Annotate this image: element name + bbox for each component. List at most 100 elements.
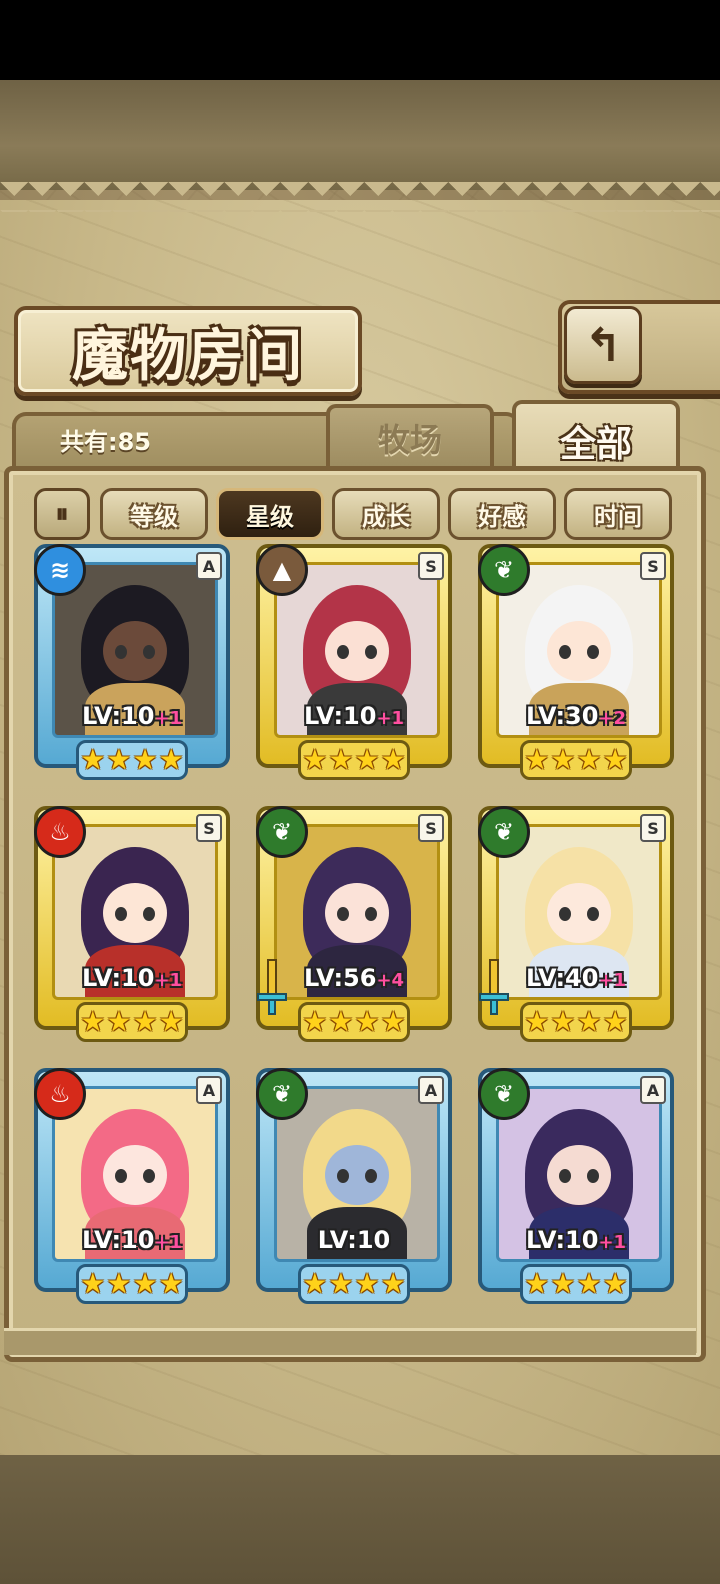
portrait-face (547, 883, 611, 943)
star-icon: ★ (602, 743, 628, 776)
monster-card[interactable]: S ❦ LV:30+2 ★ ★ ★ ★ (478, 544, 674, 784)
back-button[interactable]: ↰ (564, 306, 642, 384)
level-label: LV:10 (256, 1226, 452, 1254)
level-value: LV:10 (317, 1226, 391, 1254)
star-icon: ★ (106, 1267, 132, 1300)
star-icon: ★ (602, 1005, 628, 1038)
monster-card[interactable]: A ≋ LV:10+1 ★ ★ ★ ★ (34, 544, 230, 784)
return-arrow-icon: ↰ (583, 318, 623, 372)
star-rating: ★ ★ ★ ★ (520, 1002, 632, 1042)
monster-count: 共有:85 (60, 428, 151, 456)
star-icon: ★ (302, 743, 328, 776)
star-icon: ★ (328, 1267, 354, 1300)
star-rating: ★ ★ ★ ★ (520, 1264, 632, 1304)
portrait-eye (365, 907, 377, 921)
earth-element-icon: ▲ (256, 544, 308, 596)
level-value: LV:40 (525, 964, 599, 992)
monster-card[interactable]: S ❦ LV:40+1 ★ ★ ★ ★ (478, 806, 674, 1046)
rank-badge: S (418, 552, 444, 580)
monster-card[interactable]: S ❦ LV:56+4 ★ ★ ★ ★ (256, 806, 452, 1046)
star-icon: ★ (106, 743, 132, 776)
star-icon: ★ (132, 743, 158, 776)
rank-badge: S (640, 814, 666, 842)
portrait-eye (365, 1169, 377, 1183)
star-icon: ★ (80, 1267, 106, 1300)
sort-growth-button[interactable]: 成长 (332, 488, 440, 540)
star-icon: ★ (550, 1005, 576, 1038)
sort-time-button[interactable]: 时间 (564, 488, 672, 540)
level-bonus: +1 (598, 970, 627, 991)
star-icon: ★ (380, 743, 406, 776)
zigzag-border-top (0, 182, 720, 212)
level-value: LV:10 (81, 702, 155, 730)
level-bonus: +1 (154, 708, 183, 729)
level-label: LV:30+2 (478, 702, 674, 730)
portrait-face (325, 1145, 389, 1205)
bottom-border-band (0, 1455, 720, 1584)
page-title: 魔物房间 (72, 323, 304, 389)
nature-element-icon: ❦ (256, 806, 308, 858)
star-icon: ★ (550, 743, 576, 776)
panel-bottom-strip (4, 1328, 696, 1355)
star-icon: ★ (602, 1267, 628, 1300)
rank-badge: A (418, 1076, 444, 1104)
star-icon: ★ (576, 1267, 602, 1300)
portrait-eye (337, 907, 349, 921)
rank-badge: S (196, 814, 222, 842)
star-rating: ★ ★ ★ ★ (298, 1002, 410, 1042)
star-icon: ★ (132, 1005, 158, 1038)
star-icon: ★ (354, 1267, 380, 1300)
portrait-face (325, 621, 389, 681)
star-icon: ★ (328, 743, 354, 776)
sort-star-button[interactable]: 星级 (216, 488, 324, 540)
portrait-eye (143, 645, 155, 659)
star-rating: ★ ★ ★ ★ (76, 1264, 188, 1304)
level-bonus: +1 (154, 1232, 183, 1253)
star-icon: ★ (158, 1267, 184, 1300)
star-icon: ★ (80, 743, 106, 776)
sort-affection-button[interactable]: 好感 (448, 488, 556, 540)
nature-element-icon: ❦ (478, 806, 530, 858)
level-value: LV:10 (81, 1226, 155, 1254)
water-element-icon: ≋ (34, 544, 86, 596)
star-icon: ★ (380, 1267, 406, 1300)
rank-badge: A (196, 552, 222, 580)
status-bar (0, 0, 720, 80)
tab-ranch[interactable]: 牧场 (326, 404, 494, 468)
monster-card[interactable]: S ♨ LV:10+1 ★ ★ ★ ★ (34, 806, 230, 1046)
rank-badge: A (196, 1076, 222, 1104)
sort-order-icon: ⏸ (55, 498, 69, 529)
portrait-eye (115, 907, 127, 921)
rank-badge: S (640, 552, 666, 580)
portrait-face (103, 1145, 167, 1205)
monster-card[interactable]: S ▲ LV:10+1 ★ ★ ★ ★ (256, 544, 452, 784)
level-value: LV:30 (525, 702, 599, 730)
star-icon: ★ (576, 1005, 602, 1038)
sort-level-button[interactable]: 等级 (100, 488, 208, 540)
star-icon: ★ (302, 1267, 328, 1300)
portrait-face (325, 883, 389, 943)
portrait-eye (559, 645, 571, 659)
monster-card[interactable]: A ❦ LV:10 ★ ★ ★ ★ (256, 1068, 452, 1308)
portrait-face (547, 621, 611, 681)
sort-order-toggle[interactable]: ⏸ (34, 488, 90, 540)
portrait-face (103, 621, 167, 681)
fire-element-icon: ♨ (34, 806, 86, 858)
star-rating: ★ ★ ★ ★ (520, 740, 632, 780)
portrait-eye (337, 1169, 349, 1183)
nature-element-icon: ❦ (478, 1068, 530, 1120)
portrait-eye (365, 645, 377, 659)
monster-card[interactable]: A ❦ LV:10+1 ★ ★ ★ ★ (478, 1068, 674, 1308)
level-value: LV:56 (303, 964, 377, 992)
level-value: LV:10 (525, 1226, 599, 1254)
star-icon: ★ (354, 1005, 380, 1038)
monster-card[interactable]: A ♨ LV:10+1 ★ ★ ★ ★ (34, 1068, 230, 1308)
title-plate: 魔物房间 (14, 306, 362, 396)
star-icon: ★ (158, 1005, 184, 1038)
portrait-eye (587, 1169, 599, 1183)
star-icon: ★ (524, 1005, 550, 1038)
level-label: LV:10+1 (34, 1226, 230, 1254)
level-value: LV:10 (303, 702, 377, 730)
rank-badge: S (418, 814, 444, 842)
top-border-band (0, 80, 720, 190)
